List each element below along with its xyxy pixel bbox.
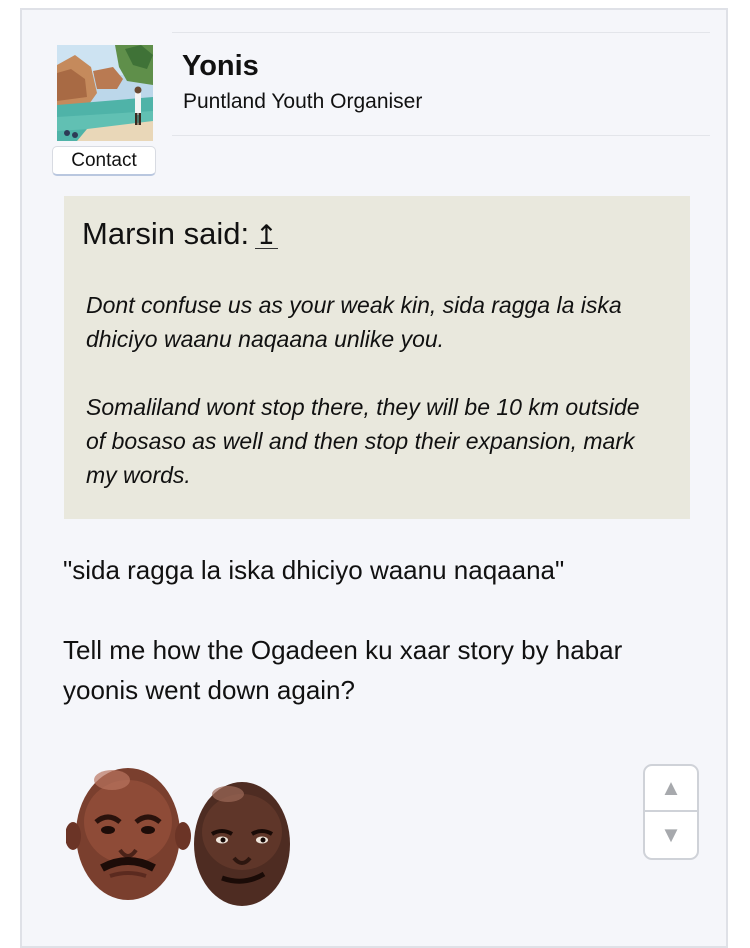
user-info: Yonis Puntland Youth Organiser — [172, 32, 710, 136]
quote-header: Marsin said: ↥ — [82, 216, 278, 252]
scroll-controls: ▲ ▼ — [643, 764, 699, 860]
scroll-up-button[interactable]: ▲ — [645, 766, 697, 812]
crying-jordan-face-icon — [66, 768, 191, 900]
jump-to-quote-icon[interactable]: ↥ — [255, 222, 278, 249]
quote-author-label: Marsin said: — [82, 216, 250, 251]
author-avatar[interactable] — [57, 45, 153, 141]
contact-button[interactable]: Contact — [52, 146, 156, 176]
smirking-jordan-face-icon — [194, 782, 290, 906]
quote-paragraph: Somaliland wont stop there, they will be… — [86, 394, 640, 488]
post-card: Contact Yonis Puntland Youth Organiser M… — [20, 8, 728, 948]
username[interactable]: Yonis — [182, 50, 259, 83]
user-title: Puntland Youth Organiser — [183, 90, 423, 113]
emoji-faces — [66, 768, 290, 906]
landscape-avatar-icon — [57, 45, 153, 141]
post-body-paragraph: "sida ragga la iska dhiciyo waanu naqaan… — [63, 555, 565, 585]
post-body-paragraph: Tell me how the Ogadeen ku xaar story by… — [63, 635, 623, 705]
scroll-down-button[interactable]: ▼ — [645, 812, 697, 858]
quote-block: Marsin said: ↥ Dont confuse us as your we… — [64, 196, 690, 519]
quote-paragraph: Dont confuse us as your weak kin, sida r… — [86, 292, 622, 352]
